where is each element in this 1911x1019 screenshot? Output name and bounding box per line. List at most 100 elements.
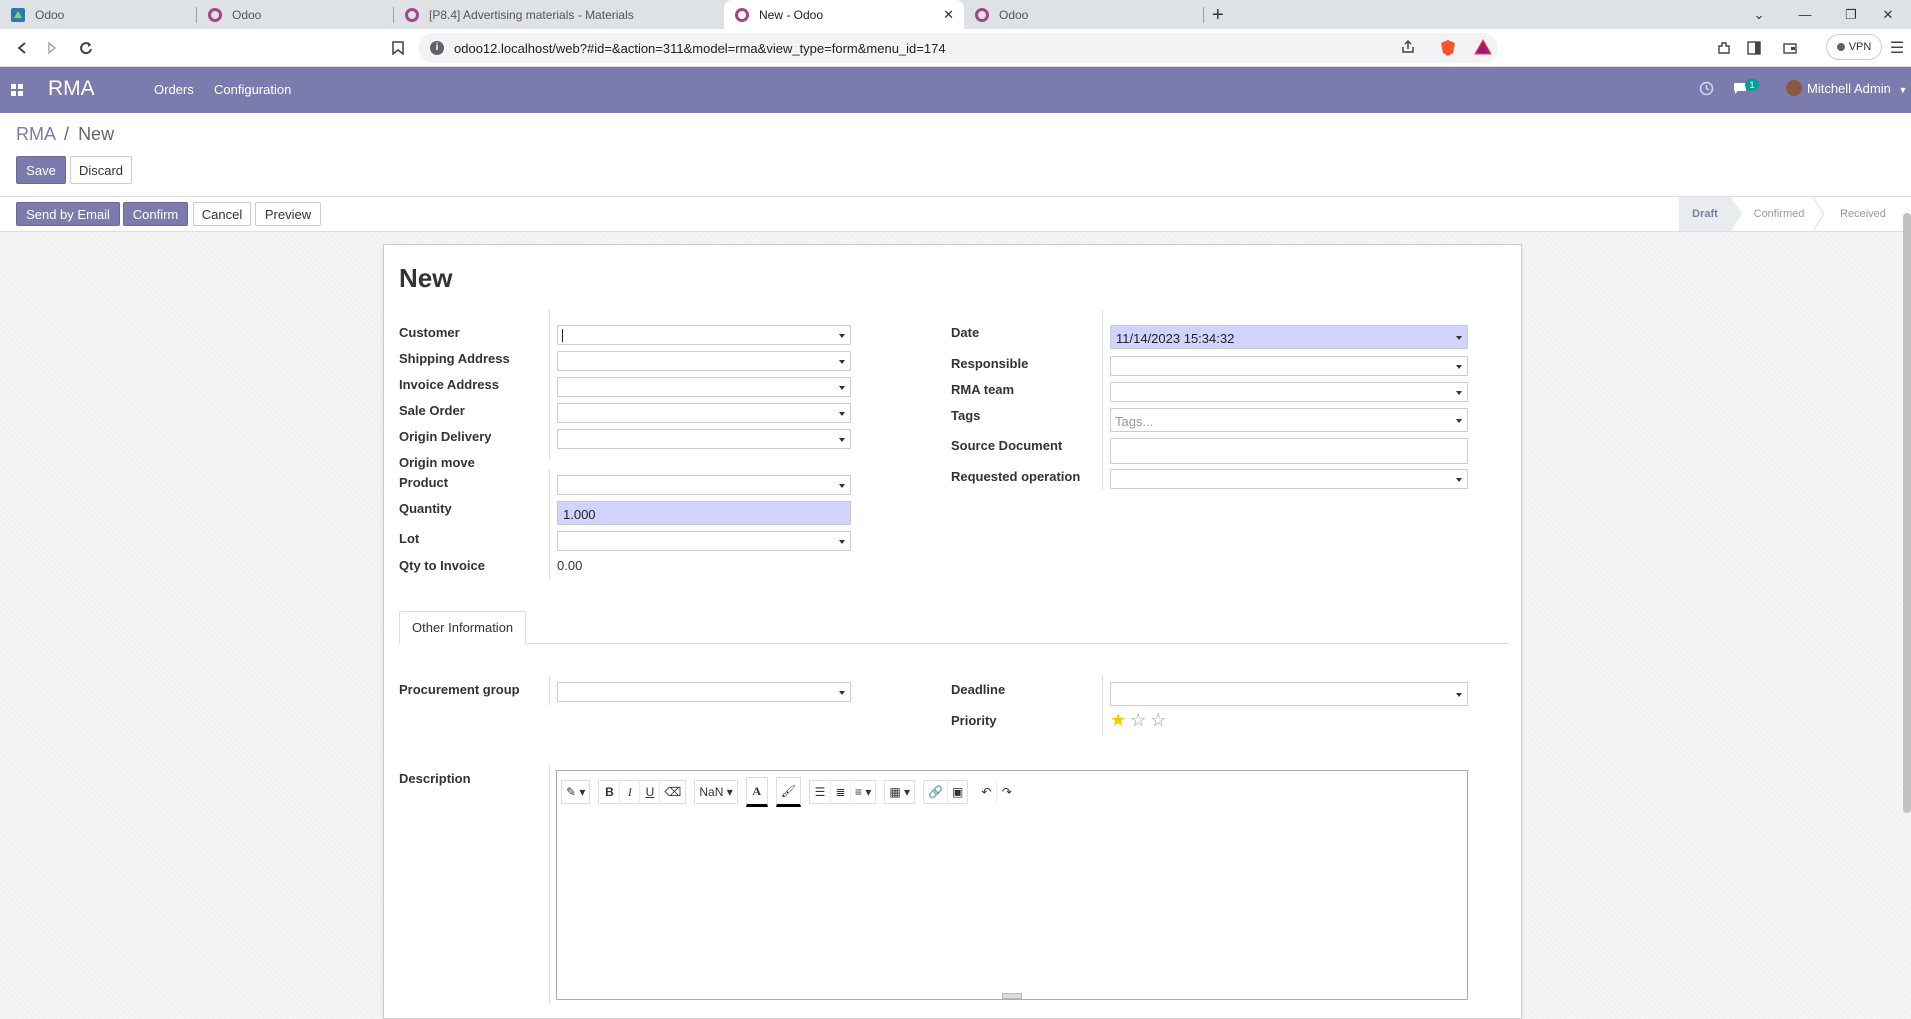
label-source-document: Source Document bbox=[951, 438, 1063, 453]
close-tab-icon[interactable]: ✕ bbox=[943, 7, 954, 23]
confirm-button[interactable]: Confirm bbox=[123, 202, 188, 226]
dropdown-caret-icon bbox=[1456, 391, 1462, 395]
breadcrumb-root[interactable]: RMA bbox=[16, 124, 55, 144]
invoice-address-field[interactable] bbox=[557, 377, 851, 397]
tags-field[interactable]: Tags... bbox=[1110, 408, 1468, 432]
dropdown-caret-icon bbox=[1456, 336, 1462, 340]
star-empty-icon[interactable]: ☆ bbox=[1150, 711, 1166, 729]
font-size-dropdown[interactable]: NaN ▾ bbox=[695, 781, 736, 803]
tab-title: [P8.4] Advertising materials - Materials bbox=[429, 7, 634, 22]
rma-team-field[interactable] bbox=[1110, 382, 1468, 402]
cancel-button[interactable]: Cancel bbox=[193, 202, 251, 226]
star-filled-icon[interactable]: ★ bbox=[1110, 711, 1126, 729]
tab-other-information[interactable]: Other Information bbox=[399, 611, 527, 644]
notebook-tabs: Other Information bbox=[399, 611, 1509, 644]
menu-icon[interactable]: ☰ bbox=[1885, 37, 1909, 59]
sidebar-icon[interactable] bbox=[1742, 37, 1766, 59]
image-icon[interactable]: ▣ bbox=[947, 781, 967, 803]
product-field[interactable] bbox=[557, 475, 851, 495]
bookmark-icon[interactable] bbox=[386, 37, 410, 59]
underline-icon[interactable]: U bbox=[639, 781, 659, 803]
customer-field[interactable] bbox=[557, 325, 851, 345]
align-icon[interactable]: ≡ ▾ bbox=[850, 781, 875, 803]
style-magic-icon[interactable]: ✎ ▾ bbox=[562, 781, 589, 803]
editor-toolbar: ✎ ▾ B I U ⌫ NaN ▾ A 🖌 ☰ ≣ ≡ ▾ ▦ ▾ 🔗 ▣ ↶ … bbox=[561, 777, 1016, 807]
brave-shield-icon[interactable] bbox=[1440, 39, 1456, 60]
procurement-group-field[interactable] bbox=[557, 682, 851, 702]
origin-delivery-field[interactable] bbox=[557, 429, 851, 449]
quantity-field[interactable]: 1.000 bbox=[557, 501, 851, 525]
lot-field[interactable] bbox=[557, 531, 851, 551]
discard-button[interactable]: Discard bbox=[70, 156, 132, 184]
browser-tab[interactable]: Odoo bbox=[0, 0, 197, 29]
dropdown-caret-icon bbox=[1456, 365, 1462, 369]
italic-icon[interactable]: I bbox=[619, 781, 639, 803]
shipping-address-field[interactable] bbox=[557, 351, 851, 371]
minimize-icon[interactable]: — bbox=[1782, 0, 1828, 29]
undo-icon[interactable]: ↶ bbox=[976, 781, 996, 803]
browser-tab[interactable]: [P8.4] Advertising materials - Materials bbox=[394, 0, 724, 29]
send-by-email-button[interactable]: Send by Email bbox=[16, 202, 120, 226]
requested-operation-field[interactable] bbox=[1110, 469, 1468, 489]
source-document-field[interactable] bbox=[1110, 438, 1468, 464]
site-info-icon[interactable]: i bbox=[430, 41, 444, 55]
dropdown-caret-icon bbox=[839, 540, 845, 544]
url-bar[interactable]: i odoo12.localhost/web?#id=&action=311&m… bbox=[418, 33, 1498, 63]
forward-icon[interactable] bbox=[40, 37, 64, 59]
browser-tab-bar: Odoo Odoo [P8.4] Advertising materials -… bbox=[0, 0, 1911, 29]
link-icon[interactable]: 🔗 bbox=[924, 781, 947, 803]
editor-resize-handle[interactable] bbox=[1002, 993, 1022, 999]
menu-configuration[interactable]: Configuration bbox=[214, 82, 291, 97]
bold-icon[interactable]: B bbox=[599, 781, 619, 803]
tab-search-icon[interactable]: ⌄ bbox=[1736, 0, 1782, 29]
unordered-list-icon[interactable]: ☰ bbox=[810, 781, 830, 803]
dropdown-caret-icon bbox=[1456, 693, 1462, 697]
browser-tab-active[interactable]: New - Odoo ✕ bbox=[724, 0, 964, 29]
share-icon[interactable] bbox=[1400, 39, 1416, 58]
table-icon[interactable]: ▦ ▾ bbox=[885, 781, 914, 803]
sale-order-field[interactable] bbox=[557, 403, 851, 423]
wallet-icon[interactable] bbox=[1778, 37, 1802, 59]
page-scrollbar[interactable] bbox=[1903, 213, 1911, 813]
status-step-received[interactable]: Received bbox=[1826, 197, 1900, 231]
star-empty-icon[interactable]: ☆ bbox=[1130, 711, 1146, 729]
label-responsible: Responsible bbox=[951, 356, 1029, 371]
label-requested-operation: Requested operation bbox=[951, 469, 1081, 484]
eraser-icon[interactable]: ⌫ bbox=[659, 781, 685, 803]
app-brand[interactable]: RMA bbox=[48, 77, 95, 101]
label-origin-move: Origin move bbox=[399, 455, 475, 470]
highlight-brush-icon[interactable]: 🖌 bbox=[777, 780, 800, 802]
odoo-navbar: RMA Orders Configuration Mitchell Admin … bbox=[0, 67, 1911, 113]
menu-orders[interactable]: Orders bbox=[154, 82, 194, 97]
activity-clock-icon[interactable] bbox=[1699, 81, 1714, 99]
browser-tab[interactable]: Odoo bbox=[964, 0, 1204, 29]
new-tab-icon[interactable]: + bbox=[1212, 4, 1224, 27]
vpn-label: VPN bbox=[1848, 41, 1872, 53]
vpn-button[interactable]: VPN bbox=[1826, 34, 1882, 60]
browser-tab[interactable]: Odoo bbox=[197, 0, 394, 29]
close-window-icon[interactable]: ✕ bbox=[1865, 0, 1911, 29]
status-step-confirmed[interactable]: Confirmed bbox=[1745, 197, 1813, 231]
font-color-icon[interactable]: A bbox=[747, 780, 767, 802]
redo-icon[interactable]: ↷ bbox=[996, 781, 1016, 803]
brave-rewards-icon[interactable] bbox=[1474, 38, 1492, 58]
user-menu[interactable]: Mitchell Admin ▼ bbox=[1807, 81, 1907, 96]
label-quantity: Quantity bbox=[399, 501, 452, 516]
back-icon[interactable] bbox=[10, 37, 34, 59]
extensions-icon[interactable] bbox=[1712, 37, 1736, 59]
deadline-field[interactable] bbox=[1110, 682, 1468, 706]
dropdown-caret-icon bbox=[839, 691, 845, 695]
responsible-field[interactable] bbox=[1110, 356, 1468, 376]
description-editor[interactable]: ✎ ▾ B I U ⌫ NaN ▾ A 🖌 ☰ ≣ ≡ ▾ ▦ ▾ 🔗 ▣ ↶ … bbox=[556, 770, 1468, 1000]
odoo-favicon-icon bbox=[207, 7, 223, 23]
label-description: Description bbox=[399, 771, 471, 786]
breadcrumb: RMA / New bbox=[16, 124, 114, 145]
apps-menu-icon[interactable] bbox=[11, 84, 23, 96]
label-rma-team: RMA team bbox=[951, 382, 1015, 397]
date-field[interactable]: 11/14/2023 15:34:32 bbox=[1110, 325, 1468, 349]
preview-button[interactable]: Preview bbox=[255, 202, 321, 226]
save-button[interactable]: Save bbox=[16, 156, 66, 184]
reload-icon[interactable] bbox=[74, 37, 98, 59]
avatar[interactable] bbox=[1786, 80, 1802, 96]
ordered-list-icon[interactable]: ≣ bbox=[830, 781, 850, 803]
